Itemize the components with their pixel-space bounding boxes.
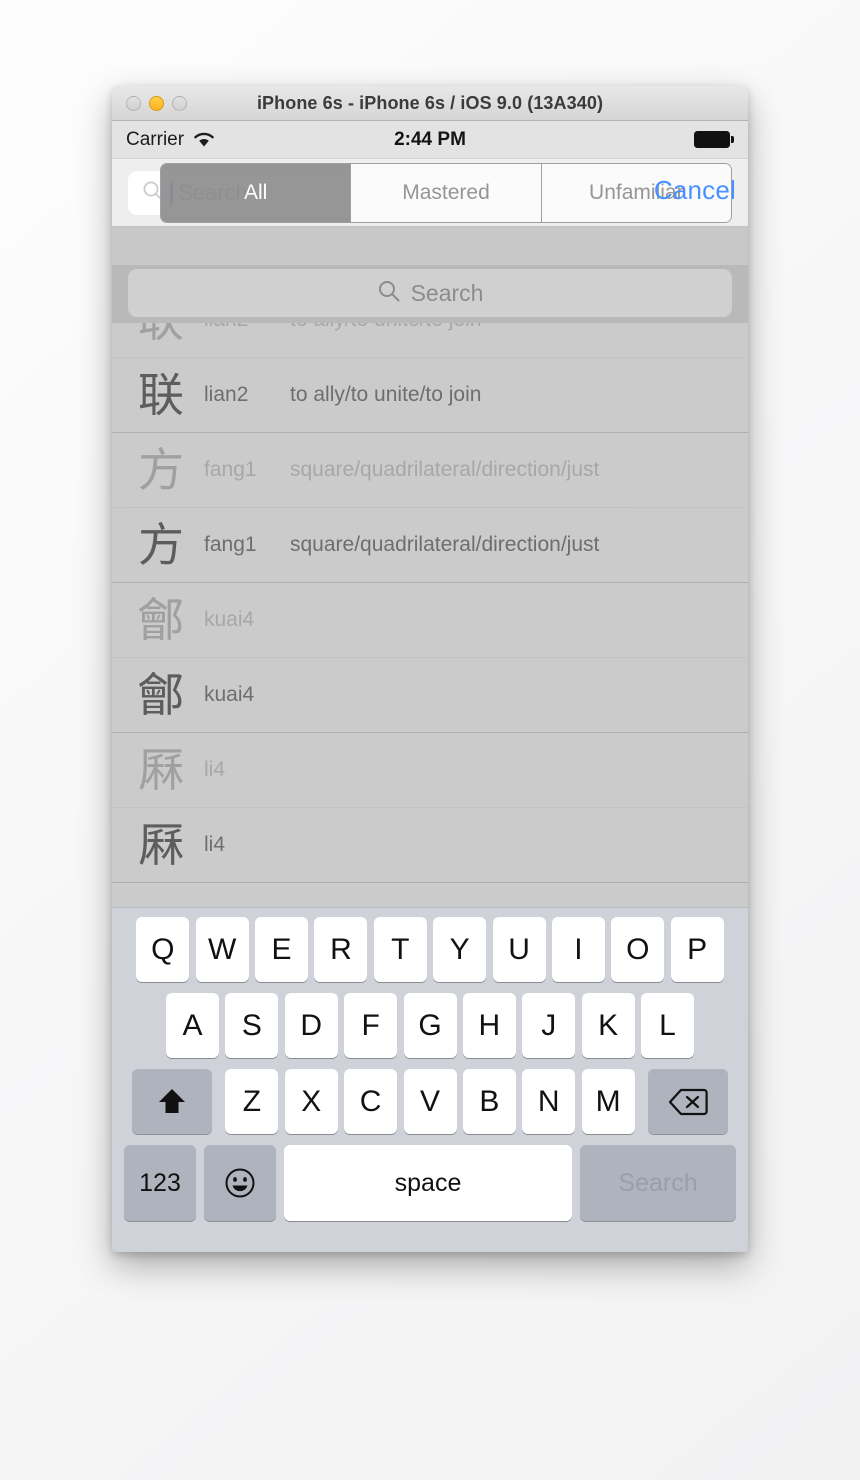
row-pinyin: lian2 (204, 383, 249, 406)
key-g[interactable]: G (403, 993, 457, 1058)
key-k[interactable]: K (581, 993, 635, 1058)
keyboard-row-3-letters: ZXCVBNM (222, 1069, 638, 1134)
table-row[interactable]: 方 fang1 square/quadrilateral/direction/jus… (112, 508, 748, 583)
keyboard-row-1: QWERTYUIOP (112, 917, 748, 982)
onscreen-keyboard[interactable]: QWERTYUIOP ASDFGHJKL ZXCVBNM 123 space S… (112, 907, 748, 1252)
key-i[interactable]: I (551, 917, 605, 982)
key-r[interactable]: R (314, 917, 368, 982)
list-search-bar-container: Search (112, 265, 748, 323)
row-hanzi: 鄶 (138, 593, 184, 647)
keyboard-row-4: 123 space Search (112, 1145, 748, 1221)
key-x[interactable]: X (284, 1069, 338, 1134)
table-row[interactable]: 鄶 kuai4 (112, 583, 748, 658)
window-controls (126, 95, 187, 111)
window-title: iPhone 6s - iPhone 6s / iOS 9.0 (13A340) (256, 92, 604, 113)
shift-arrow-icon[interactable] (132, 1069, 213, 1134)
search-return-key[interactable]: Search (580, 1145, 736, 1221)
list-search-placeholder: Search (410, 279, 484, 306)
key-u[interactable]: U (492, 917, 546, 982)
row-hanzi: 方 (138, 518, 184, 572)
segmented-control[interactable]: All Mastered Unfamiliar (160, 163, 732, 223)
cancel-button[interactable]: Cancel (654, 175, 736, 206)
row-hanzi: 鄶 (138, 668, 184, 722)
key-a[interactable]: A (166, 993, 219, 1058)
key-d[interactable]: D (284, 993, 338, 1058)
row-meaning: square/quadrilateral/direction/just (290, 533, 600, 556)
simulator-window: iPhone 6s - iPhone 6s / iOS 9.0 (13A340)… (112, 86, 748, 1252)
key-c[interactable]: C (344, 1069, 398, 1134)
numeric-keyboard-button[interactable]: 123 (124, 1145, 196, 1221)
table-row[interactable]: 联 lian2 to ally/to unite/to join (112, 358, 748, 433)
row-pinyin: li4 (204, 833, 226, 856)
key-t[interactable]: T (373, 917, 427, 982)
key-l[interactable]: L (641, 993, 694, 1058)
window-titlebar: iPhone 6s - iPhone 6s / iOS 9.0 (13A340) (112, 86, 748, 121)
row-hanzi: 厤 (138, 743, 184, 797)
keyboard-row-3: ZXCVBNM (112, 1069, 748, 1134)
zoom-button[interactable] (172, 95, 187, 111)
row-hanzi: 方 (138, 443, 184, 497)
key-n[interactable]: N (522, 1069, 576, 1134)
table-row[interactable]: 鄶 kuai4 (112, 658, 748, 733)
key-w[interactable]: W (195, 917, 249, 982)
key-p[interactable]: P (670, 917, 724, 982)
status-bar: Carrier 2:44 PM (112, 121, 748, 159)
search-icon (377, 279, 401, 308)
backspace-icon[interactable] (647, 1069, 728, 1134)
row-pinyin: fang1 (204, 533, 257, 556)
row-hanzi: 厤 (138, 818, 184, 872)
key-z[interactable]: Z (225, 1069, 279, 1134)
table-row[interactable]: 厤 li4 (112, 733, 748, 808)
row-meaning: to ally/to unite/to join (290, 383, 482, 406)
table-row[interactable]: 厤 li4 (112, 808, 748, 883)
ios-screen: Carrier 2:44 PM All Mastered Unfamiliar … (112, 121, 748, 1252)
close-button[interactable] (126, 95, 141, 111)
character-list[interactable]: 联 lian2 to ally/to unite/to join联 lian2 to a… (112, 291, 748, 907)
segment-mastered[interactable]: Mastered (351, 164, 542, 222)
key-y[interactable]: Y (433, 917, 487, 982)
row-pinyin: kuai4 (204, 608, 255, 631)
row-pinyin: kuai4 (204, 683, 255, 706)
key-j[interactable]: J (522, 993, 576, 1058)
segment-all[interactable]: All (161, 164, 352, 222)
key-f[interactable]: F (344, 993, 398, 1058)
key-b[interactable]: B (462, 1069, 516, 1134)
key-m[interactable]: M (581, 1069, 635, 1134)
row-meaning: square/quadrilateral/direction/just (290, 458, 600, 481)
status-bar-clock: 2:44 PM (394, 128, 466, 150)
key-h[interactable]: H (462, 993, 516, 1058)
key-s[interactable]: S (225, 993, 279, 1058)
screenshot-canvas: iPhone 6s - iPhone 6s / iOS 9.0 (13A340)… (0, 0, 860, 1480)
minimize-button[interactable] (149, 95, 164, 111)
key-o[interactable]: O (611, 917, 665, 982)
keyboard-row-2: ASDFGHJKL (112, 993, 748, 1058)
row-pinyin: li4 (204, 758, 226, 781)
row-pinyin: fang1 (204, 458, 257, 481)
key-v[interactable]: V (403, 1069, 457, 1134)
navigation-bar: Search All Mastered Unfamiliar Cancel (112, 159, 748, 227)
key-q[interactable]: Q (136, 917, 190, 982)
table-row[interactable]: 方 fang1 square/quadrilateral/direction/jus… (112, 433, 748, 508)
row-hanzi: 联 (138, 368, 184, 422)
smiley-face-icon[interactable] (204, 1145, 276, 1221)
list-search-input[interactable]: Search (128, 269, 732, 317)
space-key[interactable]: space (284, 1145, 572, 1221)
key-e[interactable]: E (255, 917, 309, 982)
